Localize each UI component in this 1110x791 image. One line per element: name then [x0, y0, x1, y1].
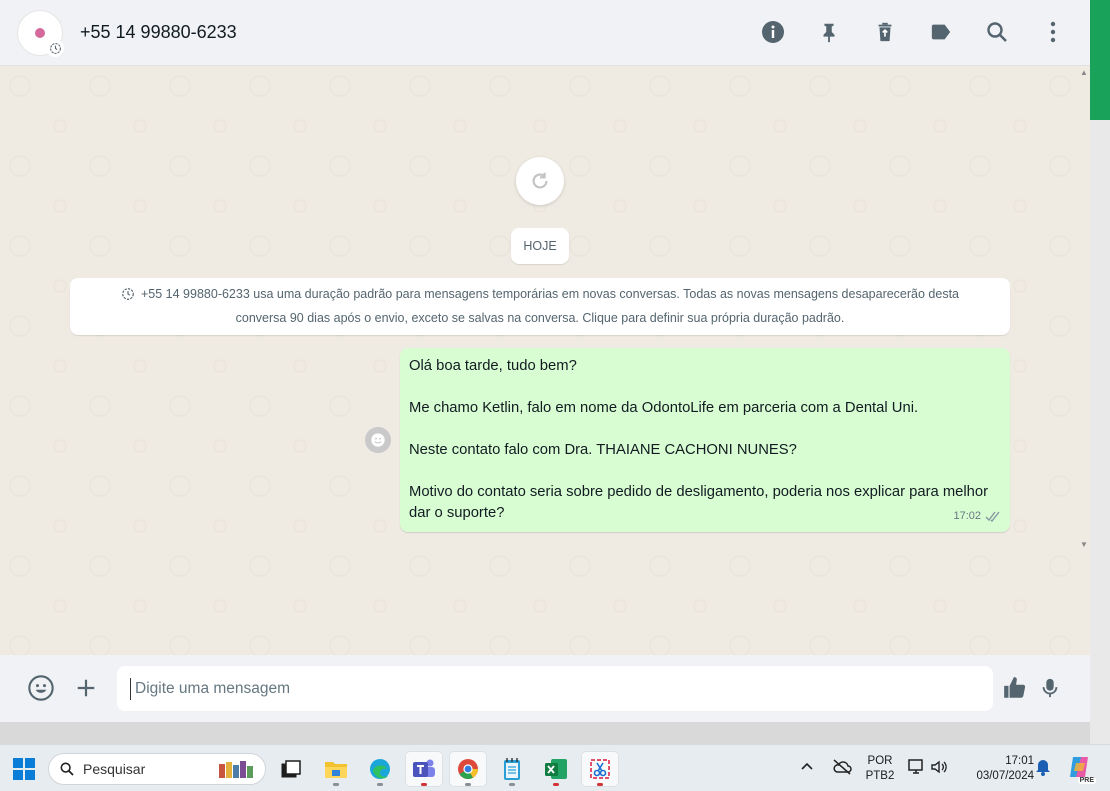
- input-language[interactable]: POR PTB2: [862, 754, 898, 784]
- chat-scrollbar[interactable]: ▲ ▼: [1080, 68, 1088, 549]
- excel-button[interactable]: [537, 751, 575, 787]
- search-highlight-books-icon: [219, 761, 253, 778]
- logo-mark: [35, 28, 45, 38]
- notification-indicator: [421, 783, 427, 786]
- message-line: Motivo do contato seria sobre pedido de …: [409, 484, 989, 521]
- chrome-icon: [458, 759, 479, 779]
- refresh-icon: [532, 172, 548, 189]
- pin-icon[interactable]: [812, 15, 846, 49]
- microphone-icon[interactable]: [1034, 672, 1066, 704]
- notification-indicator: [553, 783, 559, 786]
- message-line: Olá boa tarde, tudo bem?: [409, 358, 577, 374]
- search-icon: [60, 762, 74, 776]
- windows-taskbar: Pesquisar POR PTB2 17:01 03/07/2024 PRE: [0, 744, 1110, 791]
- scroll-up-arrow-icon[interactable]: ▲: [1080, 68, 1088, 77]
- excel-icon: [545, 759, 567, 779]
- disappearing-messages-notice[interactable]: +55 14 99880-6233 usa uma duração padrão…: [70, 278, 1010, 335]
- file-explorer-button[interactable]: [317, 751, 355, 787]
- load-older-button[interactable]: [516, 157, 564, 205]
- window-scrollbar-thumb[interactable]: [1090, 0, 1110, 120]
- clock-time: 17:01: [1005, 755, 1034, 767]
- notepad-button[interactable]: [493, 751, 531, 787]
- taskbar-search-label: Pesquisar: [83, 761, 146, 777]
- folder-icon: [325, 762, 347, 778]
- keyboard-layout: PTB2: [865, 770, 895, 782]
- notice-text: +55 14 99880-6233 usa uma duração padrão…: [141, 287, 959, 325]
- message-meta: 17:02: [953, 506, 1001, 527]
- composer-bar: [0, 655, 1090, 722]
- copilot-button[interactable]: PRE: [1066, 754, 1096, 784]
- volume-icon[interactable]: [930, 758, 948, 781]
- smiley-icon: [371, 433, 385, 447]
- teams-button[interactable]: [405, 751, 443, 787]
- language-code: POR: [867, 755, 893, 767]
- teams-icon: [413, 759, 435, 777]
- taskbar-search[interactable]: Pesquisar: [48, 753, 266, 785]
- clock-date: 03/07/2024: [976, 770, 1034, 782]
- message-time: 17:02: [953, 510, 981, 522]
- copilot-preview-badge: PRE: [1077, 777, 1096, 784]
- tray-overflow-chevron-icon[interactable]: [800, 759, 814, 778]
- edge-icon: [370, 759, 390, 779]
- chat-header: +55 14 99880-6233: [0, 0, 1090, 66]
- header-actions: [756, 15, 1070, 49]
- message-line: Me chamo Ketlin, falo em nome da OdontoL…: [409, 400, 919, 416]
- notepad-icon: [504, 758, 520, 780]
- notification-indicator: [597, 783, 603, 786]
- disappearing-timer-icon: [46, 39, 64, 57]
- snipping-icon: [590, 759, 610, 779]
- contact-name[interactable]: +55 14 99880-6233: [80, 22, 237, 43]
- network-icon[interactable]: [907, 758, 925, 781]
- double-check-icon: [985, 511, 1000, 522]
- contact-avatar[interactable]: [17, 10, 64, 57]
- timer-icon: [121, 287, 135, 308]
- running-indicator: [333, 783, 339, 786]
- label-icon[interactable]: [924, 15, 958, 49]
- task-view-icon: [281, 760, 301, 778]
- chrome-button[interactable]: [449, 751, 487, 787]
- menu-icon[interactable]: [1036, 15, 1070, 49]
- message-line: Neste contato falo com Dra. THAIANE CACH…: [409, 442, 797, 458]
- react-button[interactable]: [365, 427, 391, 453]
- outgoing-message-bubble[interactable]: Olá boa tarde, tudo bem? Me chamo Ketlin…: [400, 348, 1010, 532]
- task-view-button[interactable]: [272, 751, 310, 787]
- notifications-bell-icon[interactable]: [1035, 758, 1051, 781]
- onedrive-offline-icon[interactable]: [832, 758, 852, 781]
- scroll-down-arrow-icon[interactable]: ▼: [1080, 540, 1088, 549]
- chat-messages: ▲ ▼ HOJE +55 14 99880-6233 usa uma duraç…: [0, 66, 1090, 655]
- windows-logo-icon: [13, 758, 35, 780]
- info-icon[interactable]: [756, 15, 790, 49]
- message-input[interactable]: [117, 666, 993, 711]
- whatsapp-window: +55 14 99880-6233 ▲ ▼ HOJE +55 14 99880-…: [0, 0, 1110, 744]
- edge-button[interactable]: [361, 751, 399, 787]
- attach-plus-icon[interactable]: [70, 672, 102, 704]
- delete-icon[interactable]: [868, 15, 902, 49]
- start-button[interactable]: [5, 751, 43, 787]
- snipping-tool-button[interactable]: [581, 751, 619, 787]
- clock[interactable]: 17:01 03/07/2024: [960, 754, 1034, 784]
- search-icon[interactable]: [980, 15, 1014, 49]
- running-indicator: [509, 783, 515, 786]
- thumbs-up-icon[interactable]: [999, 672, 1031, 704]
- running-indicator: [465, 783, 471, 786]
- date-separator: HOJE: [511, 228, 569, 264]
- running-indicator: [377, 783, 383, 786]
- text-caret: [130, 678, 131, 700]
- emoji-icon[interactable]: [25, 672, 57, 704]
